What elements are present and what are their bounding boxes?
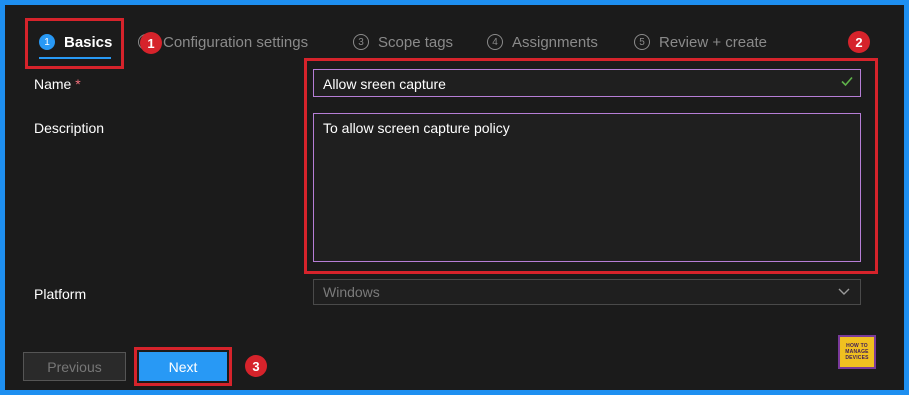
platform-select-value: Windows [323,284,380,300]
annotation-badge-2: 2 [848,31,870,53]
tab-configuration-settings[interactable]: 2 Configuration settings [138,31,308,53]
annotation-badge-1: 1 [140,32,162,54]
required-marker: * [75,76,81,92]
how-to-manage-devices-logo: HOW TO MANAGE DEVICES [838,335,876,369]
step-number-3: 3 [353,34,369,50]
description-label: Description [34,120,105,136]
tab-review-create[interactable]: 5 Review + create [634,31,767,53]
tab-label-review-create: Review + create [659,33,767,51]
platform-select[interactable]: Windows [313,279,861,305]
name-label: Name * [34,76,81,92]
highlight-form-fields [304,58,878,274]
chevron-down-icon [838,288,850,295]
step-number-4: 4 [487,34,503,50]
tab-assignments[interactable]: 4 Assignments [487,31,598,53]
highlight-next-button [134,347,232,386]
logo-line-3: DEVICES [845,355,869,361]
step-number-5: 5 [634,34,650,50]
platform-label: Platform [34,286,87,302]
wizard-panel: 1 Basics 2 Configuration settings 3 Scop… [0,0,909,395]
tab-label-assignments: Assignments [512,33,598,51]
tab-label-configuration-settings: Configuration settings [163,33,309,51]
previous-button[interactable]: Previous [23,352,126,381]
highlight-basics-tab [25,18,124,69]
tab-label-scope-tags: Scope tags [378,33,454,51]
tab-scope-tags[interactable]: 3 Scope tags [353,31,453,53]
name-label-text: Name [34,76,72,92]
annotation-badge-3: 3 [245,355,267,377]
